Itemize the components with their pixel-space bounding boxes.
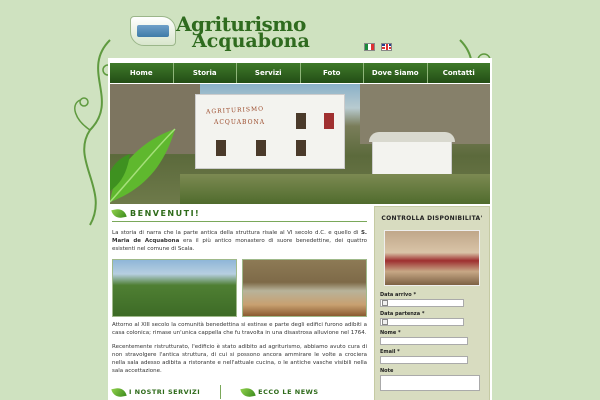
- welcome-section: BENVENUTI! La storia di narra che la par…: [111, 207, 367, 399]
- nav-dove-siamo[interactable]: Dove Siamo: [364, 63, 428, 83]
- arrival-date-field[interactable]: [380, 299, 464, 307]
- nav-servizi[interactable]: Servizi: [237, 63, 301, 83]
- hero-photo: AGRITURISMO ACQUABONA: [110, 84, 490, 204]
- departure-date-field[interactable]: [380, 318, 464, 326]
- availability-form: Data arrivo * Data partenza * Nome * Ema…: [375, 292, 489, 391]
- services-title: I NOSTRI SERVIZI: [129, 388, 201, 396]
- main-nav: Home Storia Servizi Foto Dove Siamo Cont…: [110, 63, 490, 83]
- availability-sidebar: CONTROLLA DISPONIBILITA' Data arrivo * D…: [374, 206, 490, 400]
- welcome-paragraph-2: Attorno al XIII secolo la comunità bened…: [112, 322, 367, 336]
- farmhouse-building: AGRITURISMO ACQUABONA: [195, 94, 345, 169]
- nav-storia[interactable]: Storia: [174, 63, 237, 83]
- calendar-icon[interactable]: [382, 300, 388, 306]
- building-sign-line2: ACQUABONA: [214, 119, 266, 126]
- nav-home[interactable]: Home: [110, 63, 174, 83]
- bottom-section-headers: I NOSTRI SERVIZI ECCO LE NEWS: [111, 385, 367, 399]
- services-header[interactable]: I NOSTRI SERVIZI: [111, 385, 201, 399]
- arrival-label: Data arrivo *: [380, 292, 417, 298]
- divider: [220, 385, 222, 399]
- email-field[interactable]: [380, 356, 468, 364]
- italian-flag-icon[interactable]: [364, 43, 375, 51]
- welcome-paragraph-1: La storia di narra che la parte antica d…: [112, 230, 367, 252]
- name-label: Nome *: [380, 330, 401, 336]
- notes-field[interactable]: [380, 375, 480, 391]
- leaf-icon: [111, 207, 127, 220]
- calendar-icon[interactable]: [382, 319, 388, 325]
- departure-label: Data partenza *: [380, 311, 425, 317]
- site-logo[interactable]: Agriturismo Acquabona: [130, 10, 310, 52]
- welcome-paragraph-3: Recentemente ristrutturato, l'edificio è…: [112, 344, 367, 374]
- restaurant-photo[interactable]: [242, 259, 367, 317]
- terrace: [180, 174, 490, 204]
- nav-foto[interactable]: Foto: [301, 63, 364, 83]
- welcome-header: BENVENUTI!: [111, 207, 367, 222]
- leaf-icon: [240, 386, 256, 398]
- logo-title-line2: Acquabona: [192, 30, 310, 52]
- language-switcher: [364, 43, 392, 51]
- english-flag-icon[interactable]: [381, 43, 392, 51]
- landscape-photo[interactable]: [112, 259, 237, 317]
- welcome-title: BENVENUTI!: [130, 209, 201, 218]
- leaf-decoration-icon: [110, 128, 176, 203]
- logo-badge-icon: [130, 16, 176, 46]
- news-title: ECCO LE NEWS: [258, 388, 319, 396]
- building-sign-line1: AGRITURISMO: [205, 105, 265, 116]
- notes-label: Note: [380, 368, 394, 374]
- main-frame: Home Storia Servizi Foto Dove Siamo Cont…: [108, 58, 492, 400]
- photo-row: [112, 259, 367, 317]
- name-field[interactable]: [380, 337, 468, 345]
- availability-title: CONTROLLA DISPONIBILITA': [381, 215, 483, 222]
- room-photo: [384, 230, 480, 286]
- news-header[interactable]: ECCO LE NEWS: [240, 385, 319, 399]
- leaf-icon: [111, 386, 127, 398]
- email-label: Email *: [380, 349, 400, 355]
- nav-contatti[interactable]: Contatti: [428, 63, 491, 83]
